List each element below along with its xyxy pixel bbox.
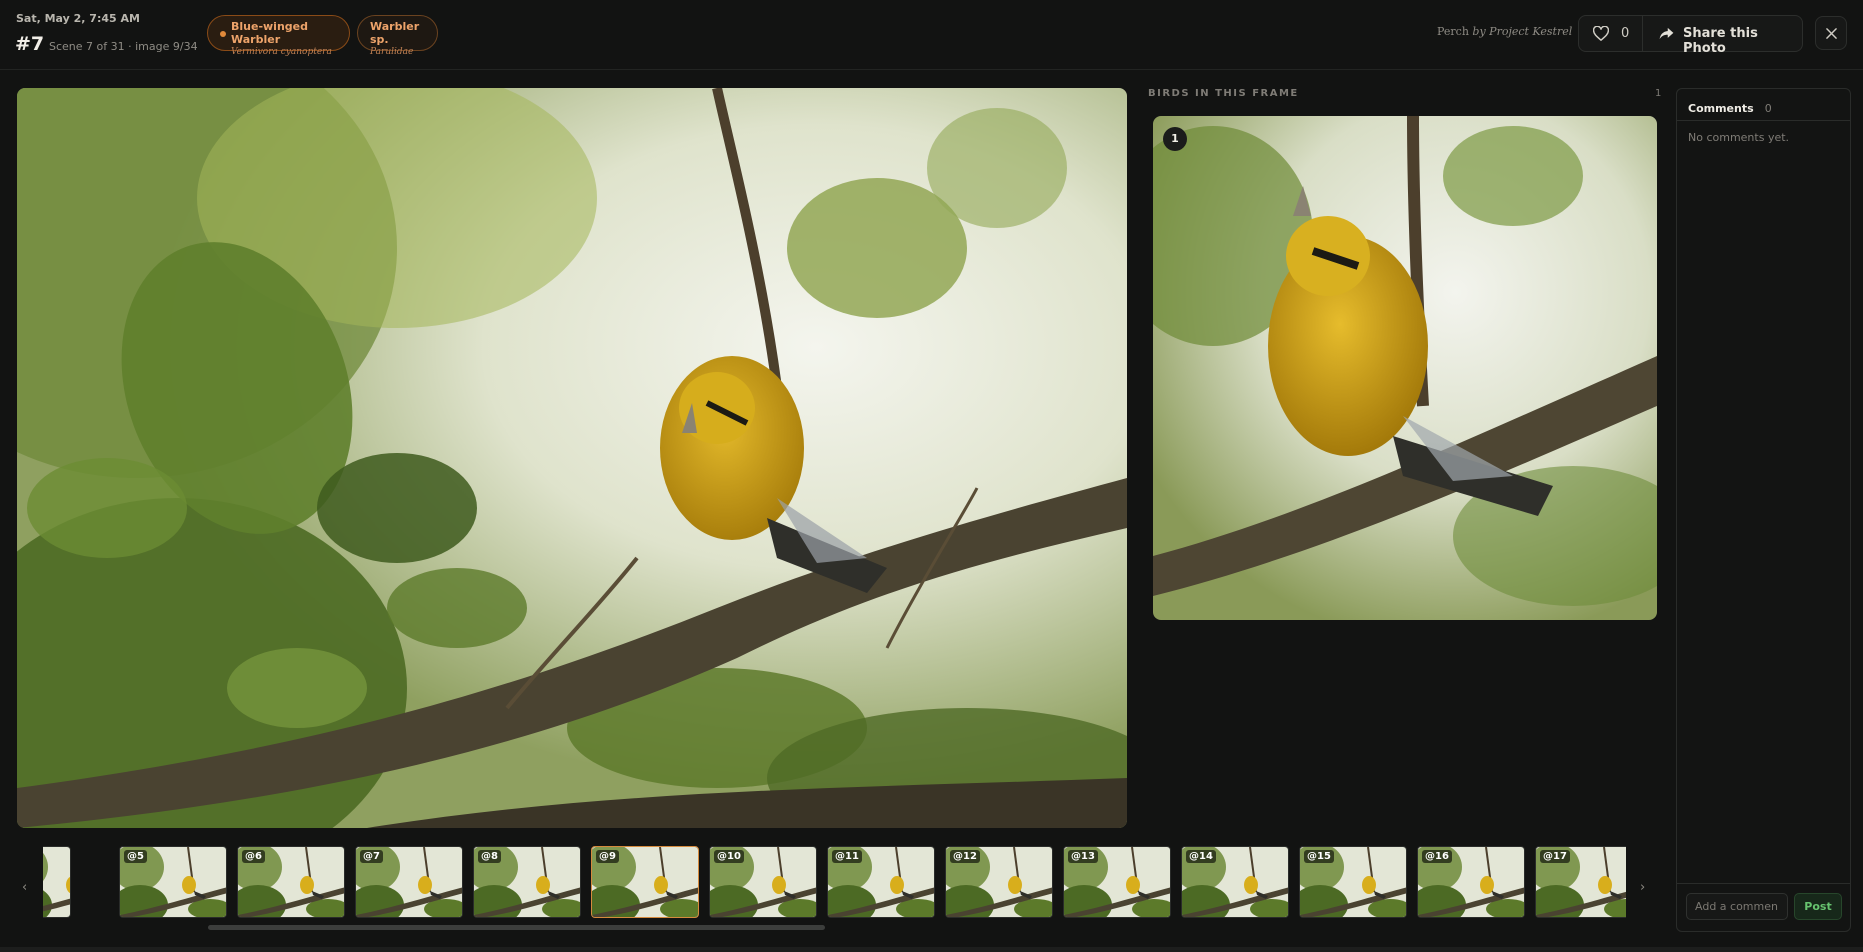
share-label: Share this Photo <box>1683 26 1758 56</box>
close-button[interactable] <box>1815 16 1847 50</box>
bottom-divider <box>0 947 1863 952</box>
share-arrow-icon <box>1659 27 1674 40</box>
comments-empty-state: No comments yet. <box>1688 131 1790 144</box>
species-scientific-name: Parulidae <box>370 47 414 57</box>
tag-dot-icon <box>220 31 226 37</box>
close-icon <box>1826 28 1837 39</box>
thumbnail-label: @10 <box>714 850 744 863</box>
thumbnail-label: @12 <box>950 850 980 863</box>
filmstrip-scrollbar-thumb[interactable] <box>208 925 825 930</box>
filmstrip-thumbnail[interactable]: @11 <box>827 846 935 918</box>
filmstrip-thumbnail[interactable]: @17 <box>1535 846 1626 918</box>
bird-crop-image <box>1153 116 1657 620</box>
bird-crop[interactable]: 1 <box>1153 116 1657 620</box>
photo-date: Sat, May 2, 7:45 AM <box>16 12 140 25</box>
filmstrip-scrollbar[interactable] <box>43 925 1626 930</box>
thumbnail-label: @15 <box>1304 850 1334 863</box>
main-photo[interactable] <box>17 88 1127 828</box>
brand-byline: by Project Kestrel <box>1472 25 1573 38</box>
photo-actions: 0 Share this Photo <box>1578 15 1803 56</box>
thumbnail-label: @17 <box>1540 850 1570 863</box>
species-scientific-name: Vermivora cyanoptera <box>231 47 332 57</box>
comments-count: 0 <box>1764 102 1772 115</box>
species-tag-primary[interactable]: Blue-winged Warbler Vermivora cyanoptera <box>207 15 350 57</box>
comments-panel: Comments 0 No comments yet. Post <box>1676 88 1851 932</box>
filmstrip-thumbnail[interactable]: @14 <box>1181 846 1289 918</box>
filmstrip-thumbnails: @5 @6 @7 @8 @9 @10 @11 @12 @13 @14 @15 @16 @17 <box>43 846 1626 920</box>
thumbnail-label: @11 <box>832 850 862 863</box>
bird-number-badge: 1 <box>1163 127 1187 151</box>
brand-name: Perch <box>1437 25 1469 38</box>
thumbnail-label: @16 <box>1422 850 1452 863</box>
frame-number: #7 <box>15 33 45 55</box>
thumbnail-label: @13 <box>1068 850 1098 863</box>
photo-viewer: Sat, May 2, 7:45 AM #7 Scene 7 of 31 · i… <box>0 0 1863 952</box>
like-count: 0 <box>1621 26 1630 41</box>
post-button[interactable]: Post <box>1794 893 1842 920</box>
heart-icon <box>1593 26 1609 41</box>
filmstrip-thumbnail[interactable]: @13 <box>1063 846 1171 918</box>
filmstrip: ‹ @5 @6 @7 @8 @9 @10 @11 @12 @13 @14 @15 @16 @17 › <box>17 839 1647 935</box>
bird-photo-image <box>17 88 1127 828</box>
filmstrip-thumbnail[interactable]: @6 <box>237 846 345 918</box>
species-name: Blue-winged Warbler <box>231 20 308 46</box>
species-tag-secondary[interactable]: Warbler sp. Parulidae <box>357 15 438 57</box>
comment-input[interactable] <box>1686 893 1788 920</box>
filmstrip-thumbnail[interactable]: @15 <box>1299 846 1407 918</box>
thumbnail-label: @6 <box>242 850 265 863</box>
header: Sat, May 2, 7:45 AM #7 Scene 7 of 31 · i… <box>0 0 1863 70</box>
birds-count: 1 <box>1655 88 1662 99</box>
frame-meta: Scene 7 of 31 · image 9/34 <box>49 40 198 53</box>
filmstrip-thumbnail[interactable]: @5 <box>119 846 227 918</box>
thumbnail-image <box>43 847 70 917</box>
thumbnail-label: @14 <box>1186 850 1216 863</box>
species-name: Warbler sp. <box>370 20 420 46</box>
filmstrip-thumbnail[interactable] <box>43 846 71 918</box>
brand: Perch by Project Kestrel <box>1437 25 1572 38</box>
birds-panel-title: BIRDS IN THIS FRAME <box>1148 88 1299 99</box>
filmstrip-thumbnail[interactable]: @8 <box>473 846 581 918</box>
thumbnail-label: @9 <box>596 850 619 863</box>
filmstrip-thumbnail[interactable]: @12 <box>945 846 1053 918</box>
filmstrip-next-button[interactable]: › <box>1640 880 1645 895</box>
thumbnail-label: @5 <box>124 850 147 863</box>
filmstrip-thumbnail[interactable]: @7 <box>355 846 463 918</box>
thumbnail-label: @8 <box>478 850 501 863</box>
filmstrip-prev-button[interactable]: ‹ <box>22 880 27 895</box>
filmstrip-thumbnail[interactable]: @16 <box>1417 846 1525 918</box>
comment-composer: Post <box>1677 883 1850 931</box>
comments-header: Comments 0 <box>1677 89 1850 121</box>
like-button[interactable]: 0 <box>1579 16 1643 51</box>
comments-title: Comments <box>1688 102 1754 115</box>
share-button[interactable]: Share this Photo <box>1643 16 1803 56</box>
thumbnail-label: @7 <box>360 850 383 863</box>
filmstrip-thumbnail[interactable]: @9 <box>591 846 699 918</box>
filmstrip-thumbnail[interactable]: @10 <box>709 846 817 918</box>
